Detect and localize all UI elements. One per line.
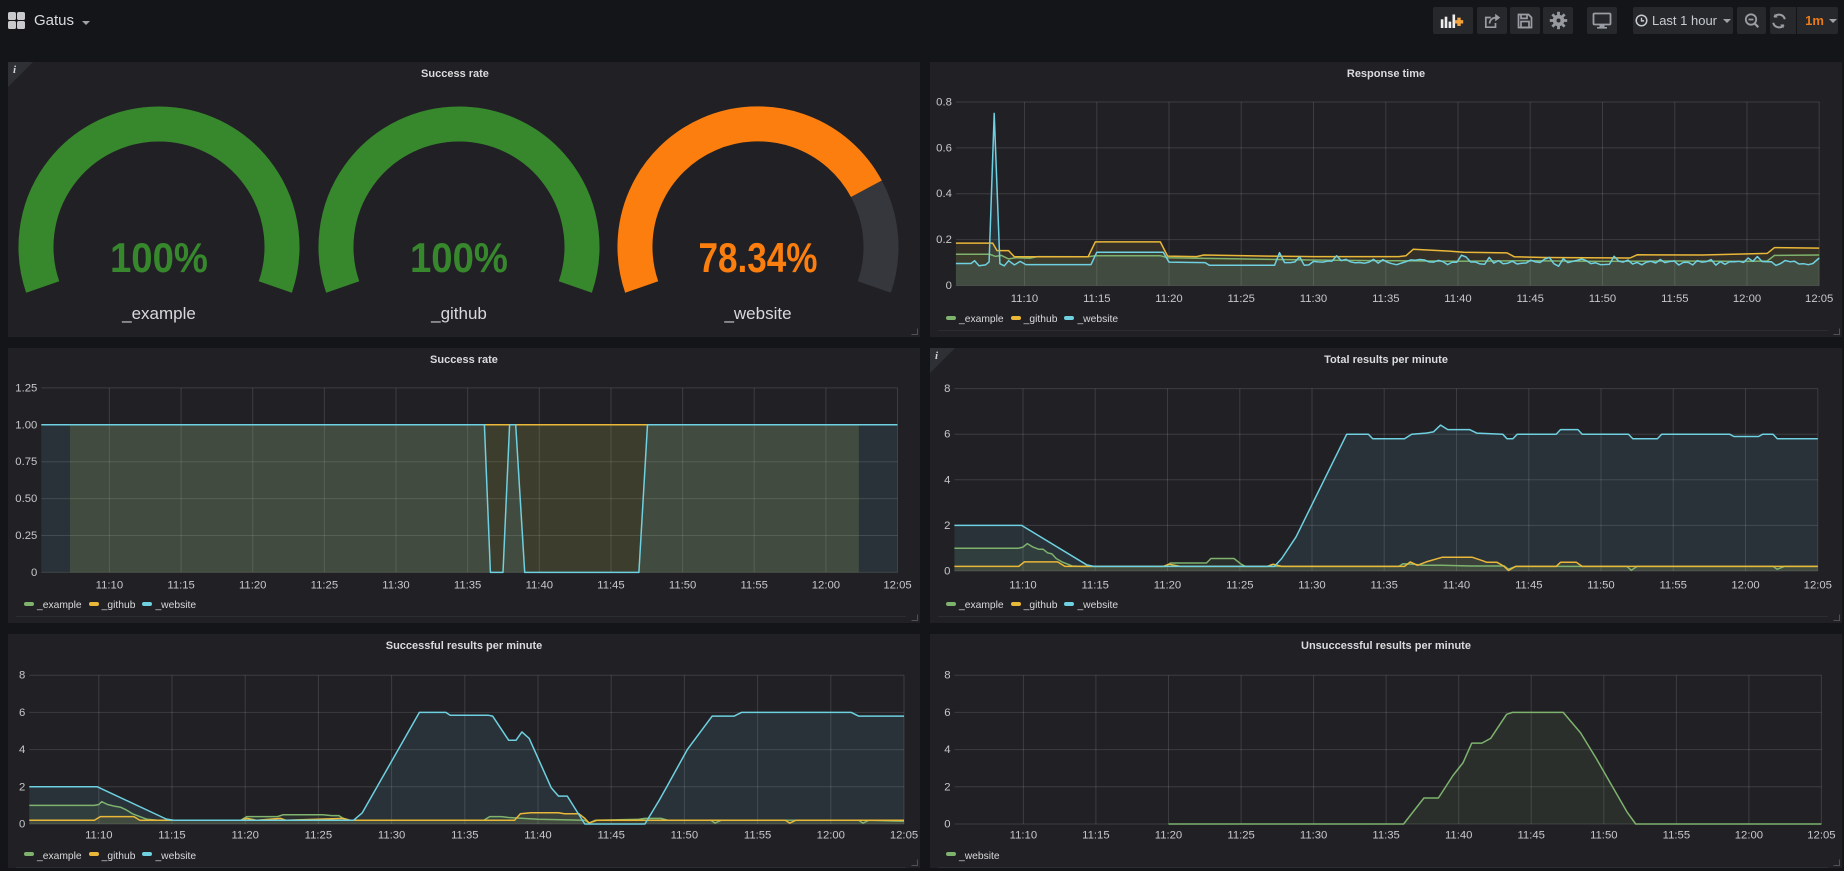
svg-text:12:00: 12:00 [812, 580, 840, 592]
svg-text:11:55: 11:55 [1659, 580, 1686, 592]
svg-text:11:25: 11:25 [1226, 580, 1253, 592]
svg-text:11:40: 11:40 [524, 830, 551, 842]
svg-text:11:10: 11:10 [1011, 293, 1038, 305]
svg-text:11:30: 11:30 [1300, 830, 1327, 842]
svg-text:11:20: 11:20 [231, 830, 258, 842]
svg-text:11:35: 11:35 [1370, 580, 1397, 592]
svg-text:11:55: 11:55 [744, 830, 771, 842]
svg-text:0: 0 [31, 567, 37, 579]
svg-text:12:05: 12:05 [1807, 830, 1835, 842]
svg-text:0.2: 0.2 [936, 234, 952, 246]
svg-text:12:05: 12:05 [890, 830, 918, 842]
svg-text:11:45: 11:45 [1515, 580, 1542, 592]
svg-text:0: 0 [944, 566, 950, 578]
svg-text:11:10: 11:10 [1010, 830, 1037, 842]
svg-text:11:10: 11:10 [1009, 580, 1036, 592]
svg-text:0.25: 0.25 [15, 530, 37, 542]
svg-text:0.4: 0.4 [936, 188, 952, 200]
svg-text:0: 0 [19, 819, 25, 831]
svg-text:0: 0 [944, 819, 950, 831]
svg-text:11:10: 11:10 [85, 830, 112, 842]
svg-text:11:15: 11:15 [1083, 293, 1110, 305]
svg-text:11:45: 11:45 [1517, 830, 1544, 842]
svg-text:11:50: 11:50 [671, 830, 698, 842]
svg-text:6: 6 [944, 707, 950, 719]
svg-text:11:20: 11:20 [239, 580, 266, 592]
svg-text:4: 4 [944, 474, 950, 486]
svg-text:11:30: 11:30 [378, 830, 405, 842]
svg-text:11:25: 11:25 [1227, 293, 1254, 305]
svg-text:100%: 100% [110, 234, 208, 281]
svg-text:2: 2 [944, 781, 950, 793]
svg-text:11:25: 11:25 [311, 580, 338, 592]
svg-text:11:35: 11:35 [1372, 830, 1399, 842]
svg-text:11:45: 11:45 [597, 830, 624, 842]
svg-text:11:55: 11:55 [1663, 830, 1690, 842]
svg-text:11:25: 11:25 [1227, 830, 1254, 842]
svg-text:11:20: 11:20 [1154, 580, 1181, 592]
svg-text:11:35: 11:35 [454, 580, 481, 592]
svg-text:12:00: 12:00 [1731, 580, 1759, 592]
svg-text:8: 8 [944, 383, 950, 395]
svg-text:12:05: 12:05 [883, 580, 911, 592]
svg-text:11:30: 11:30 [1300, 293, 1327, 305]
svg-text:11:45: 11:45 [597, 580, 624, 592]
svg-text:6: 6 [944, 429, 950, 441]
svg-text:11:20: 11:20 [1155, 830, 1182, 842]
svg-text:0.6: 0.6 [936, 142, 952, 154]
svg-text:0: 0 [946, 280, 952, 292]
svg-text:11:40: 11:40 [1443, 580, 1470, 592]
svg-text:8: 8 [944, 670, 950, 682]
svg-text:11:15: 11:15 [1082, 830, 1109, 842]
svg-text:2: 2 [19, 781, 25, 793]
svg-text:12:05: 12:05 [1804, 580, 1832, 592]
svg-text:11:15: 11:15 [167, 580, 194, 592]
svg-text:12:00: 12:00 [1735, 830, 1763, 842]
svg-text:11:40: 11:40 [1444, 293, 1471, 305]
svg-text:11:20: 11:20 [1155, 293, 1182, 305]
svg-text:11:35: 11:35 [451, 830, 478, 842]
svg-text:0.50: 0.50 [15, 493, 37, 505]
svg-text:11:40: 11:40 [526, 580, 553, 592]
svg-text:1.00: 1.00 [15, 419, 37, 431]
svg-text:11:50: 11:50 [1587, 580, 1614, 592]
svg-text:11:10: 11:10 [96, 580, 123, 592]
svg-text:11:50: 11:50 [669, 580, 696, 592]
svg-text:11:50: 11:50 [1589, 293, 1616, 305]
svg-text:_website: _website [723, 304, 791, 323]
svg-text:8: 8 [19, 670, 25, 682]
svg-text:11:30: 11:30 [382, 580, 409, 592]
svg-text:11:40: 11:40 [1445, 830, 1472, 842]
svg-text:11:30: 11:30 [1298, 580, 1325, 592]
svg-text:0.75: 0.75 [15, 456, 37, 468]
svg-text:11:50: 11:50 [1590, 830, 1617, 842]
svg-text:11:45: 11:45 [1516, 293, 1543, 305]
svg-text:78.34%: 78.34% [699, 234, 818, 281]
svg-text:12:00: 12:00 [817, 830, 845, 842]
svg-text:0.8: 0.8 [936, 97, 952, 109]
svg-text:_github: _github [430, 304, 487, 323]
svg-text:1.25: 1.25 [15, 382, 37, 394]
svg-text:4: 4 [19, 744, 25, 756]
svg-text:11:35: 11:35 [1372, 293, 1399, 305]
svg-text:12:00: 12:00 [1733, 293, 1761, 305]
svg-text:2: 2 [944, 520, 950, 532]
svg-text:6: 6 [19, 707, 25, 719]
svg-text:11:55: 11:55 [1661, 293, 1688, 305]
svg-text:11:15: 11:15 [1081, 580, 1108, 592]
svg-text:4: 4 [944, 744, 950, 756]
svg-text:100%: 100% [410, 234, 508, 281]
svg-text:11:25: 11:25 [305, 830, 332, 842]
svg-text:11:55: 11:55 [740, 580, 767, 592]
svg-text:11:15: 11:15 [158, 830, 185, 842]
svg-text:12:05: 12:05 [1805, 293, 1833, 305]
svg-text:_example: _example [121, 304, 196, 323]
